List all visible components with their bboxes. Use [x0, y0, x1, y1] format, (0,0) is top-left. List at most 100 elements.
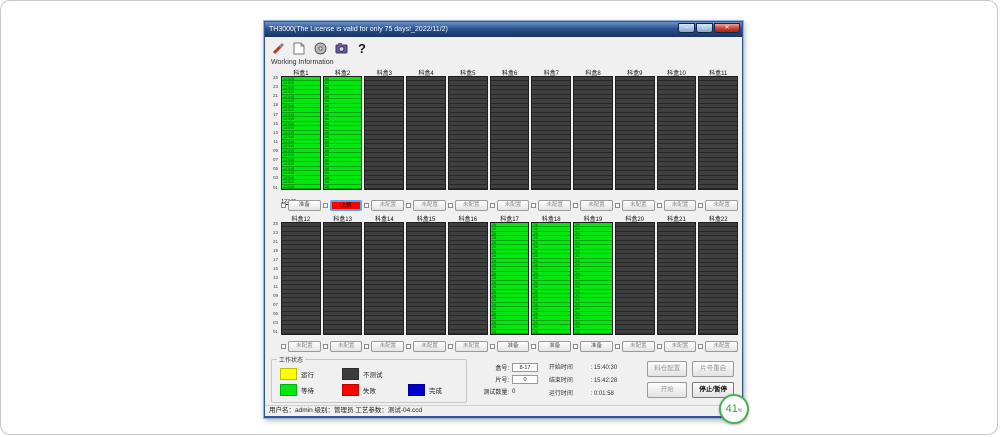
slot-cell-text: 26	[532, 285, 570, 289]
slot-button[interactable]: 未配置	[664, 341, 697, 352]
cassette-label: 科盒14	[364, 214, 404, 222]
cassette-grid-top: 科盒1科盒2科盒3科盒4科盒5科盒6科盒7科盒8科盒9科盒10科盒1125232…	[265, 68, 742, 190]
slot-checkbox[interactable]	[531, 344, 536, 349]
disc-icon[interactable]	[313, 41, 327, 55]
slot-checkbox[interactable]	[698, 203, 703, 208]
minimize-button[interactable]: –	[678, 23, 695, 33]
slot-checkbox[interactable]	[490, 344, 495, 349]
slot-checkbox[interactable]	[364, 203, 369, 208]
maximize-button[interactable]: □	[696, 23, 713, 33]
slot-button[interactable]: 准备	[538, 341, 571, 352]
cassette-label: 科盒21	[657, 214, 697, 222]
cassette-column[interactable]	[698, 222, 738, 335]
cassette-column[interactable]: 1234512345123451234512345123451234512345…	[281, 76, 321, 190]
slot-cell-text: 26	[574, 330, 612, 334]
slot-cell-text: 12345	[282, 86, 320, 90]
slot-cell: 12345	[282, 185, 320, 189]
slot-checkbox[interactable]	[406, 203, 411, 208]
slot-checkbox[interactable]	[448, 344, 453, 349]
slot-button[interactable]: 未配置	[455, 200, 488, 211]
screenshot-card: TH3000(The License is valid for only 75 …	[0, 0, 998, 435]
cassette-column[interactable]: 2626262626262626262626262626262626262626…	[490, 222, 530, 335]
cassette-column[interactable]	[615, 222, 655, 335]
slot-checkbox[interactable]	[531, 203, 536, 208]
slot-checkbox[interactable]	[657, 344, 662, 349]
slot-cell-text: 26	[574, 290, 612, 294]
slot-checkbox[interactable]	[698, 344, 703, 349]
cassette-column[interactable]	[281, 222, 321, 335]
slot-button[interactable]: 未配置	[538, 200, 571, 211]
time-fields: 开始时间 : 15:40:30结束时间 : 15:42:28运行时间 : 0:0…	[549, 356, 639, 403]
slot-checkbox[interactable]	[323, 203, 328, 208]
cassette-column[interactable]	[531, 76, 571, 190]
slot-button[interactable]: 准备	[580, 341, 613, 352]
document-icon[interactable]	[292, 41, 306, 55]
slot-button[interactable]: 未配置	[622, 341, 655, 352]
cassette-column[interactable]	[490, 76, 530, 190]
slot-checkbox[interactable]	[615, 344, 620, 349]
cassette-column[interactable]	[448, 76, 488, 190]
wrench-icon[interactable]	[271, 41, 285, 55]
slot-button[interactable]: 未配置	[580, 200, 613, 211]
slot-checkbox[interactable]	[448, 203, 453, 208]
field-value-box[interactable]: 0	[512, 375, 538, 384]
slot-button[interactable]: 未配置	[413, 200, 446, 211]
slot-cell-text: 26	[491, 294, 529, 298]
slot-checkbox[interactable]	[657, 203, 662, 208]
slot-checkbox[interactable]	[406, 344, 411, 349]
slot-button[interactable]: 未配置	[664, 200, 697, 211]
slot-button[interactable]: 未配置	[497, 200, 530, 211]
slice-restart-button[interactable]: 片号重启	[692, 361, 734, 377]
slot-button[interactable]: 准备	[288, 200, 321, 211]
slot-cell-text: 86	[324, 113, 362, 117]
cassette-column[interactable]	[406, 76, 446, 190]
cassette-column[interactable]: 2626262626262626262626262626262626262626…	[573, 222, 613, 335]
slot-button[interactable]: 未配置	[705, 341, 738, 352]
slot-checkbox[interactable]	[281, 203, 286, 208]
slot-button[interactable]: 未配置	[622, 200, 655, 211]
cassette-column[interactable]: 8686868686868686868686868686868686868686…	[323, 76, 363, 190]
slot-button[interactable]: 未配置	[413, 341, 446, 352]
cassette-column[interactable]	[573, 76, 613, 190]
slot-button-cell: 准备	[490, 341, 530, 352]
time-label: 运行时间	[549, 388, 589, 397]
start-button[interactable]: 开始	[647, 382, 687, 398]
slot-button[interactable]: 未配置	[371, 341, 404, 352]
cassette-column[interactable]	[406, 222, 446, 335]
slot-button[interactable]: 未配置	[705, 200, 738, 211]
slot-checkbox[interactable]	[281, 344, 286, 349]
cassette-column[interactable]	[364, 76, 404, 190]
close-button[interactable]: ✕	[714, 23, 740, 33]
cassette-column[interactable]	[448, 222, 488, 335]
slot-cell-text: 26	[574, 303, 612, 307]
slot-checkbox[interactable]	[573, 344, 578, 349]
slot-button[interactable]: 未配置	[455, 341, 488, 352]
slot-button[interactable]: 未配置	[330, 341, 363, 352]
slot-cell-text: 12345	[282, 104, 320, 108]
slot-button-cell: 未配置	[281, 341, 321, 352]
slot-checkbox[interactable]	[323, 344, 328, 349]
cassette-column[interactable]	[657, 222, 697, 335]
slot-button[interactable]: 上料	[330, 200, 363, 211]
slot-button[interactable]: 未配置	[288, 341, 321, 352]
cassette-label: 科盒12	[281, 214, 321, 222]
help-icon[interactable]: ?	[355, 41, 369, 55]
percent-badge: 41 %	[719, 394, 749, 424]
cassette-column[interactable]	[615, 76, 655, 190]
slot-button[interactable]: 未配置	[371, 200, 404, 211]
cassette-column[interactable]	[657, 76, 697, 190]
hopper-config-button[interactable]: 料仓配置	[647, 361, 687, 377]
slot-cell-text: 86	[324, 117, 362, 121]
cassette-column[interactable]	[323, 222, 363, 335]
slot-checkbox[interactable]	[573, 203, 578, 208]
camera-icon[interactable]	[334, 41, 348, 55]
slot-checkbox[interactable]	[490, 203, 495, 208]
slot-checkbox[interactable]	[615, 203, 620, 208]
cassette-column[interactable]	[698, 76, 738, 190]
cassette-column[interactable]	[364, 222, 404, 335]
slot-checkbox[interactable]	[364, 344, 369, 349]
slot-button[interactable]: 准备	[497, 341, 530, 352]
grid-body: 2523211917151311090705030126262626262626…	[269, 222, 738, 335]
cassette-column[interactable]: 2626262626262626262626262626262626262626…	[531, 222, 571, 335]
field-value-box[interactable]: 8-17	[512, 363, 538, 372]
